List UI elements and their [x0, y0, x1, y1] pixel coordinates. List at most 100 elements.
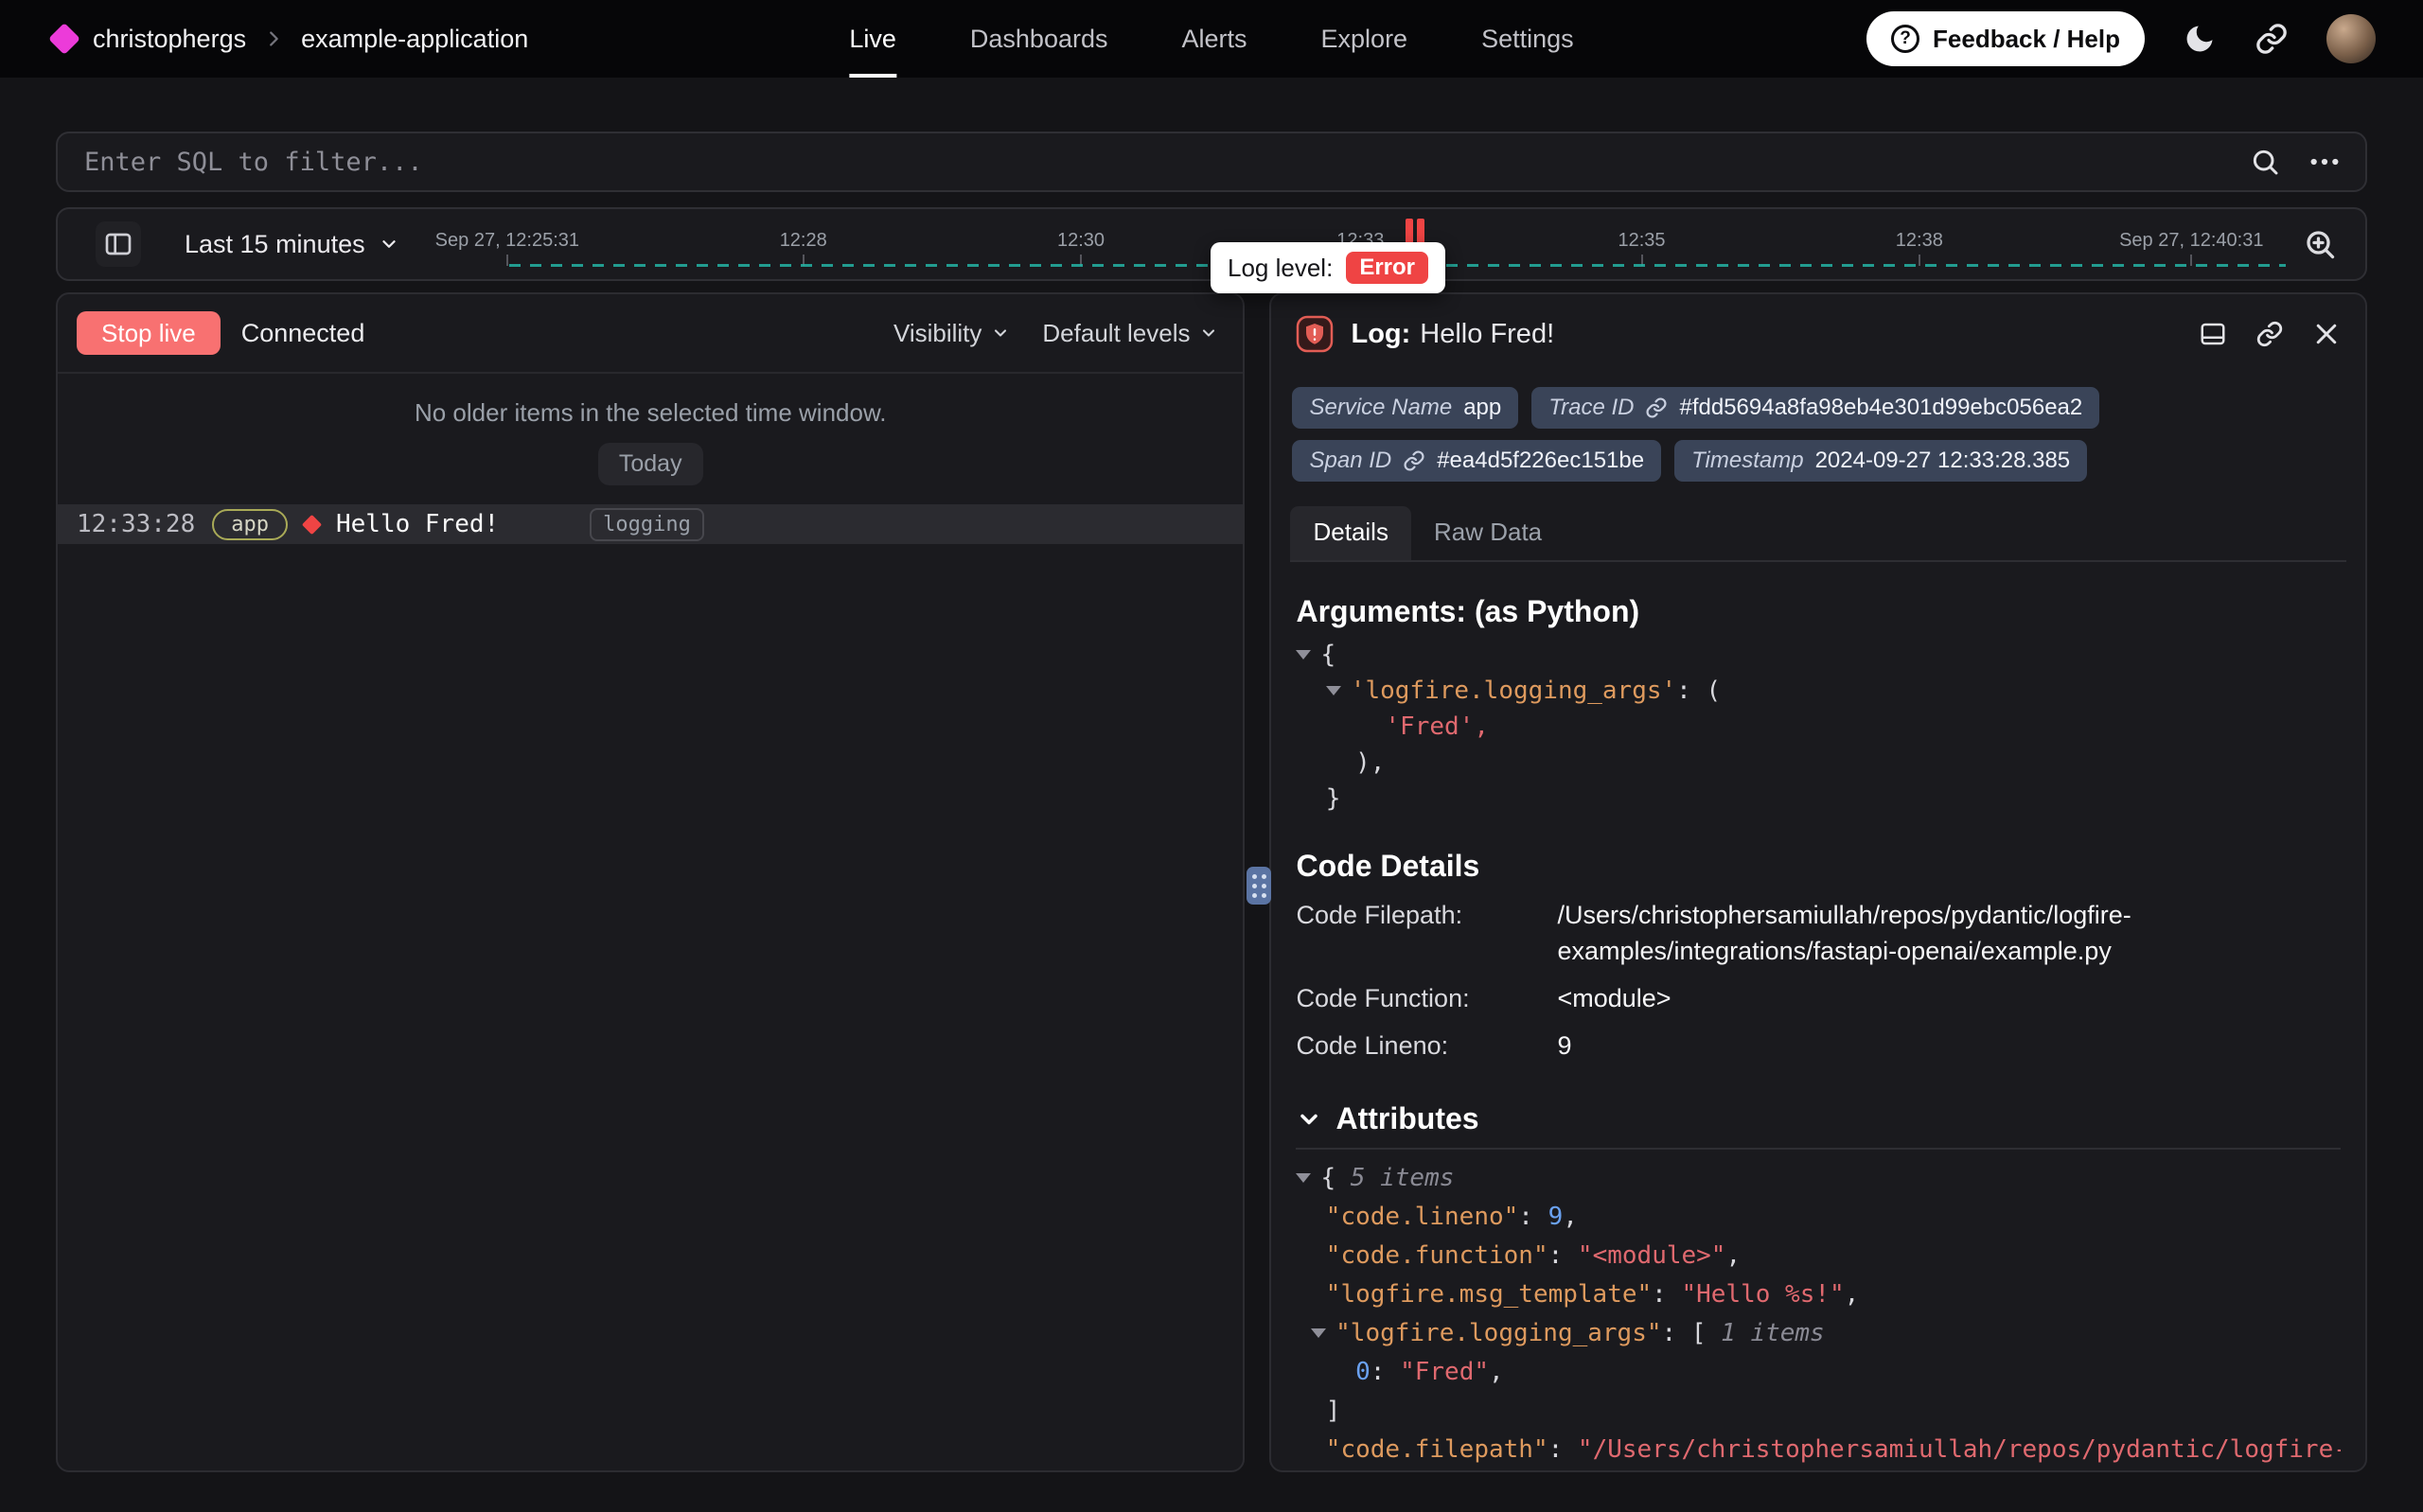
timeline-tick — [506, 255, 508, 266]
badge-row: Service Name app Trace ID #fdd5694a8fa98… — [1292, 387, 2344, 429]
badge-service-name[interactable]: Service Name app — [1292, 387, 1518, 429]
kv-value: 9 — [1557, 1028, 1571, 1064]
code-line: "code.lineno": 9, — [1296, 1198, 2341, 1237]
panel-resize-handle[interactable] — [1247, 867, 1271, 905]
search-button[interactable] — [2250, 147, 2280, 177]
detail-tabs: Details Raw Data — [1290, 506, 2346, 562]
arguments-heading: Arguments: (as Python) — [1296, 594, 2341, 629]
sql-filter-input[interactable] — [82, 147, 2221, 178]
log-level-tooltip: Log level: Error — [1211, 242, 1445, 293]
collapse-caret-icon[interactable] — [1326, 686, 1341, 695]
badge-row: Span ID #ea4d5f226ec151be Timestamp 2024… — [1292, 440, 2344, 482]
more-options-button[interactable] — [2308, 146, 2341, 178]
code-token: 'Fred', — [1385, 712, 1489, 741]
copy-link-button[interactable] — [2255, 320, 2284, 348]
detail-header: Log: Hello Fred! — [1271, 294, 2365, 364]
zoom-in-icon — [2303, 227, 2337, 261]
attributes-heading: Attributes — [1335, 1101, 1478, 1136]
close-panel-button[interactable] — [2312, 320, 2341, 348]
today-button[interactable]: Today — [598, 443, 703, 485]
code-line: "code.function": "<module>", — [1296, 1237, 2341, 1275]
collapse-caret-icon[interactable] — [1311, 1328, 1326, 1338]
collapse-attributes-button[interactable] — [1296, 1106, 1322, 1133]
log-message: Hello Fred! — [336, 510, 499, 538]
collapse-caret-icon[interactable] — [1296, 650, 1311, 659]
tab-settings[interactable]: Settings — [1481, 0, 1574, 78]
logfire-logo-icon[interactable] — [48, 23, 80, 55]
code-line: 'logfire.logging_args': ( — [1296, 673, 2341, 709]
code-token: "<module>" — [1578, 1241, 1726, 1270]
tab-details[interactable]: Details — [1290, 506, 1410, 560]
badge-span-id[interactable]: Span ID #ea4d5f226ec151be — [1292, 440, 1661, 482]
time-range-select[interactable]: Last 15 minutes — [179, 229, 405, 260]
code-token: , — [1845, 1280, 1860, 1309]
sql-filter-bar — [56, 132, 2367, 192]
code-token — [1296, 748, 1355, 777]
code-token: ] — [1326, 1397, 1341, 1425]
search-icon — [2250, 147, 2280, 177]
code-function-row: Code Function: <module> — [1296, 980, 2341, 1016]
attributes-divider — [1296, 1148, 2341, 1150]
moon-icon — [2183, 22, 2217, 56]
code-token — [1296, 712, 1385, 741]
sidebar-toggle-button[interactable] — [96, 221, 141, 267]
empty-message: No older items in the selected time wind… — [58, 398, 1243, 428]
tab-live[interactable]: Live — [849, 0, 896, 78]
log-tag[interactable]: logging — [590, 508, 704, 541]
kv-label: Code Filepath: — [1296, 897, 1557, 933]
kv-value: /Users/christophersamiullah/repos/pydant… — [1557, 897, 2220, 969]
visibility-label: Visibility — [893, 319, 982, 348]
code-token: "code.function" — [1326, 1241, 1548, 1270]
code-token: 0 — [1355, 1358, 1371, 1386]
badge-timestamp[interactable]: Timestamp 2024-09-27 12:33:28.385 — [1674, 440, 2087, 482]
code-token: : — [1548, 1435, 1578, 1464]
badge-trace-id[interactable]: Trace ID #fdd5694a8fa98eb4e301d99ebc056e… — [1531, 387, 2099, 429]
tab-alerts[interactable]: Alerts — [1181, 0, 1247, 78]
tooltip-label: Log level: — [1228, 254, 1333, 283]
question-circle-icon: ? — [1891, 25, 1919, 53]
attributes-json: { 5 items "code.lineno": 9, "code.functi… — [1296, 1159, 2341, 1469]
code-token — [1296, 677, 1325, 705]
badge-value: 2024-09-27 12:33:28.385 — [1815, 448, 2071, 474]
service-badge[interactable]: app — [212, 509, 288, 540]
tab-dashboards[interactable]: Dashboards — [970, 0, 1108, 78]
code-token: : — [1548, 1241, 1578, 1270]
chevron-right-icon — [263, 28, 284, 49]
code-token — [1296, 1358, 1355, 1386]
visibility-dropdown[interactable]: Visibility — [888, 318, 1016, 349]
default-levels-dropdown[interactable]: Default levels — [1036, 318, 1224, 349]
code-token: , — [1725, 1241, 1741, 1270]
log-row[interactable]: 12:33:28 app Hello Fred! logging — [58, 504, 1243, 544]
code-lineno-row: Code Lineno: 9 — [1296, 1028, 2341, 1064]
code-line: ), — [1296, 745, 2341, 781]
stop-live-button[interactable]: Stop live — [77, 311, 221, 355]
chevron-down-icon — [379, 234, 399, 255]
collapse-caret-icon[interactable] — [1296, 1173, 1311, 1183]
detail-panel: Log: Hello Fred! — [1269, 292, 2367, 1472]
close-icon — [2312, 320, 2341, 348]
code-token: "Fred" — [1400, 1358, 1489, 1386]
dock-panel-button[interactable] — [2199, 320, 2227, 348]
feedback-help-button[interactable]: ? Feedback / Help — [1866, 11, 2145, 66]
code-token: } — [1326, 784, 1341, 813]
code-line: "logfire.msg_template": "Hello %s!", — [1296, 1275, 2341, 1314]
code-line: { — [1296, 637, 2341, 673]
code-token: : — [1518, 1203, 1548, 1231]
theme-toggle-button[interactable] — [2183, 22, 2217, 56]
code-line: ] — [1296, 1392, 2341, 1431]
tab-raw-data[interactable]: Raw Data — [1411, 506, 1565, 560]
breadcrumb-project[interactable]: example-application — [301, 25, 528, 54]
tab-explore[interactable]: Explore — [1321, 0, 1408, 78]
breadcrumb-org[interactable]: christophergs — [93, 25, 246, 54]
timeline-tick-label: 12:38 — [1896, 230, 1943, 252]
code-token: 'logfire.logging_args' — [1351, 677, 1676, 705]
primary-nav: Live Dashboards Alerts Explore Settings — [849, 0, 1573, 78]
zoom-in-button[interactable] — [2297, 226, 2343, 262]
connection-status: Connected — [241, 319, 365, 348]
share-link-button[interactable] — [2255, 22, 2289, 56]
code-token — [1296, 1203, 1325, 1231]
user-avatar[interactable] — [2326, 14, 2376, 63]
code-token: "logfire.logging_args" — [1335, 1319, 1661, 1347]
ellipsis-icon — [2308, 146, 2341, 178]
code-token: : [ — [1662, 1319, 1722, 1347]
